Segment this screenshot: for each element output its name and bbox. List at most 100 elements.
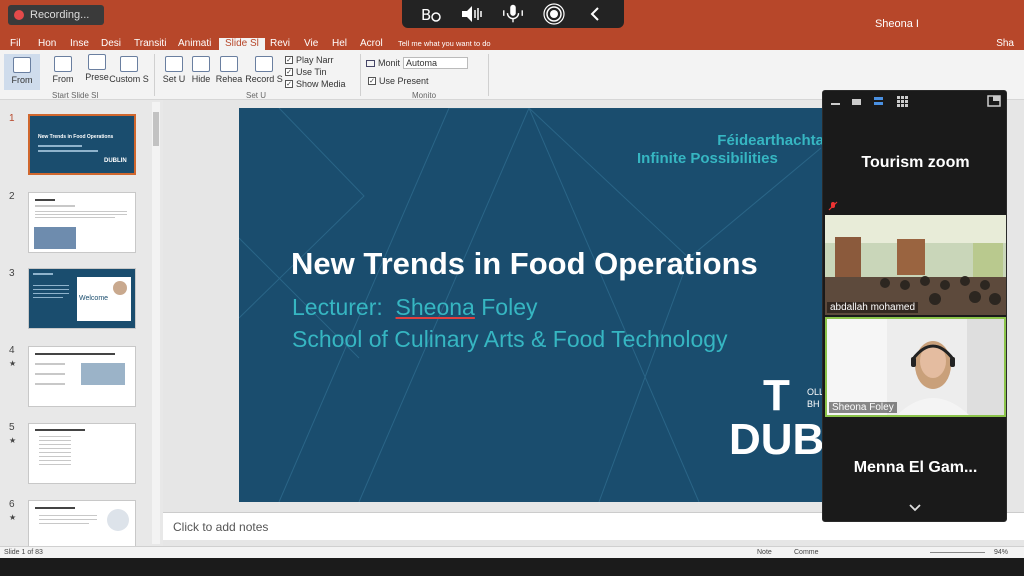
participant-name-label: Sheona Foley bbox=[829, 402, 897, 413]
ribbon-separator bbox=[154, 54, 155, 96]
tell-me-search[interactable]: Tell me what you want to do bbox=[398, 38, 491, 50]
animation-star-icon: ★ bbox=[9, 359, 17, 368]
gallery-view-icon[interactable] bbox=[895, 94, 910, 109]
hide-slide-button[interactable]: Hide bbox=[188, 56, 214, 84]
notes-toggle-button[interactable]: Note bbox=[757, 549, 772, 556]
group-start-slide-show: Start Slide Sl bbox=[52, 91, 99, 100]
current-slide[interactable]: Féidearthachta Infinite Possibilities Ne… bbox=[239, 108, 822, 502]
collapse-icon[interactable] bbox=[583, 3, 607, 25]
from-beginning-button[interactable]: From bbox=[4, 54, 40, 90]
thumb-number: 3 bbox=[9, 268, 15, 279]
taskbar-strip bbox=[0, 558, 1024, 576]
tab-home[interactable]: Hon bbox=[38, 38, 56, 50]
tab-animations[interactable]: Animati bbox=[178, 38, 211, 50]
muted-mic-icon bbox=[828, 201, 838, 213]
slide-school-line[interactable]: School of Culinary Arts & Food Technolog… bbox=[292, 326, 728, 353]
group-set-up: Set U bbox=[246, 91, 267, 100]
from-current-button[interactable]: From bbox=[48, 56, 78, 84]
zoom-level[interactable]: 94% bbox=[994, 549, 1008, 556]
thumb-number: 2 bbox=[9, 191, 15, 202]
show-media-checkbox[interactable]: ✓ Show Media bbox=[285, 79, 346, 89]
slide-thumbnail-3[interactable]: Welcome bbox=[28, 268, 136, 329]
slideshow-icon bbox=[13, 57, 31, 73]
recording-label: Recording... bbox=[30, 9, 90, 21]
tab-help[interactable]: Hel bbox=[332, 38, 347, 50]
minimize-icon[interactable] bbox=[829, 97, 842, 109]
ribbon-separator bbox=[488, 54, 489, 96]
tab-insert[interactable]: Inse bbox=[70, 38, 89, 50]
checkbox-checked-icon: ✓ bbox=[285, 68, 293, 76]
tab-view[interactable]: Vie bbox=[304, 38, 318, 50]
tab-design[interactable]: Desi bbox=[101, 38, 121, 50]
slide-lecturer-line[interactable]: Lecturer: Sheona Foley bbox=[292, 294, 538, 321]
status-bar: Slide 1 of 83 Note Comme 94% bbox=[0, 546, 1024, 558]
checkbox-checked-icon: ✓ bbox=[285, 56, 293, 64]
food-image bbox=[107, 509, 129, 531]
setup-icon bbox=[165, 56, 183, 72]
share-button[interactable]: Sha bbox=[996, 38, 1014, 50]
live-transcript-icon[interactable] bbox=[542, 3, 566, 25]
slide-thumbnail-5[interactable] bbox=[28, 423, 136, 484]
record-icon bbox=[14, 10, 24, 20]
tab-slide-show[interactable]: Slide Sl bbox=[219, 38, 265, 50]
logo-subtext: OLL BH bbox=[807, 387, 822, 409]
slide-thumbnail-4[interactable] bbox=[28, 346, 136, 407]
rehearse-timings-button[interactable]: Rehea bbox=[214, 56, 244, 84]
ribbon-separator bbox=[360, 54, 361, 96]
play-narrations-checkbox[interactable]: ✓ Play Narr bbox=[285, 55, 334, 65]
participant-name-tile: Menna El Gam... bbox=[853, 459, 978, 476]
microphone-icon[interactable] bbox=[501, 3, 525, 25]
use-timings-checkbox[interactable]: ✓ Use Tin bbox=[285, 67, 327, 77]
checkbox-checked-icon: ✓ bbox=[285, 80, 293, 88]
thumbnail-scrollbar[interactable] bbox=[152, 102, 160, 544]
speaker-icon[interactable] bbox=[460, 3, 484, 25]
thumbnail-scrollbar-thumb[interactable] bbox=[153, 112, 159, 146]
tab-review[interactable]: Revi bbox=[270, 38, 290, 50]
share-audio-icon[interactable]: B bbox=[419, 3, 443, 25]
ribbon-tabs: Fil Hon Inse Desi Transiti Animati Slide… bbox=[0, 38, 1024, 50]
setup-slideshow-button[interactable]: Set U bbox=[160, 56, 188, 84]
animation-star-icon: ★ bbox=[9, 513, 17, 522]
tab-transitions[interactable]: Transiti bbox=[134, 38, 166, 50]
strip-view-icon[interactable] bbox=[872, 95, 885, 109]
slide-thumbnail-6[interactable] bbox=[28, 500, 136, 546]
group-monitors: Monito bbox=[412, 91, 437, 100]
tab-acrobat[interactable]: Acrol bbox=[360, 38, 383, 50]
thumb-number: 6 bbox=[9, 499, 15, 510]
participant-name-label: abdallah mohamed bbox=[827, 302, 919, 313]
slideshow-current-icon bbox=[54, 56, 72, 72]
thumb-number: 5 bbox=[9, 422, 15, 433]
monitor-icon bbox=[366, 59, 375, 67]
thumb-number: 4 bbox=[9, 345, 15, 356]
presenter-view-checkbox[interactable]: ✓ Use Present bbox=[368, 76, 429, 86]
speaker-view-icon[interactable] bbox=[850, 95, 863, 109]
recording-indicator[interactable]: Recording... bbox=[8, 5, 104, 25]
hide-slide-icon bbox=[192, 56, 210, 72]
user-name[interactable]: Sheona I bbox=[875, 18, 919, 30]
zoom-slider[interactable] bbox=[930, 552, 985, 553]
slide-thumbnail-1[interactable]: New Trends in Food Operations DUBLIN bbox=[28, 114, 136, 175]
video-tile-2[interactable]: Sheona Foley bbox=[825, 317, 1006, 417]
svg-text:B: B bbox=[421, 6, 431, 24]
custom-slideshow-button[interactable]: Custom S bbox=[108, 56, 150, 84]
monitor-selector[interactable]: Monit Automa bbox=[366, 57, 469, 69]
record-slideshow-button[interactable]: Record S bbox=[244, 56, 284, 84]
slide-title[interactable]: New Trends in Food Operations bbox=[291, 246, 758, 282]
present-online-icon bbox=[88, 54, 106, 70]
thumb-number: 1 bbox=[9, 113, 15, 124]
tab-file[interactable]: Fil bbox=[10, 38, 21, 50]
speaker-video bbox=[827, 319, 1004, 415]
app-window: Sheona I Fil Hon Inse Desi Transiti Anim… bbox=[0, 0, 1024, 576]
animation-star-icon: ★ bbox=[9, 436, 17, 445]
slide-thumbnail-pane: 1 New Trends in Food Operations DUBLIN 2… bbox=[0, 100, 163, 546]
video-tile-1[interactable]: abdallah mohamed bbox=[825, 215, 1006, 315]
notes-placeholder[interactable]: Click to add notes bbox=[173, 520, 268, 534]
zoom-control-bar: B bbox=[402, 0, 624, 28]
record-slideshow-icon bbox=[255, 56, 273, 72]
tagline-irish: Féidearthachta bbox=[717, 132, 822, 149]
slide-thumbnail-2[interactable] bbox=[28, 192, 136, 253]
portrait-image bbox=[113, 281, 127, 295]
chevron-down-icon[interactable] bbox=[909, 501, 921, 515]
exit-panel-icon[interactable] bbox=[986, 94, 1002, 108]
comments-toggle-button[interactable]: Comme bbox=[794, 549, 819, 556]
